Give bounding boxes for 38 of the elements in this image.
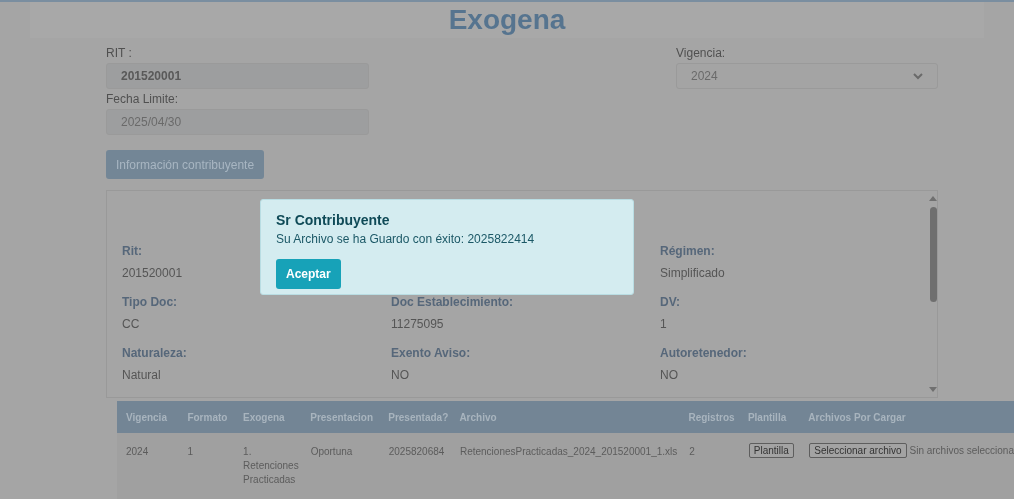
file-status: Sin archivos selecciona [909, 445, 1014, 456]
info-label: Tipo Doc: [122, 295, 178, 309]
accept-button[interactable]: Aceptar [276, 259, 341, 289]
field-label: Vigencia: [676, 46, 727, 60]
info-value: NO [660, 368, 678, 382]
info-value: NO [391, 368, 409, 382]
table-cell-text: 1 [187, 445, 195, 459]
info-label: Naturaleza: [122, 346, 187, 360]
info-value: CC [122, 317, 140, 331]
table-cell-text: 1. Retenciones Practicadas [243, 445, 300, 487]
dialog-title: Sr Contribuyente [276, 212, 390, 228]
table-cell-text: RetencionesPracticadas_2024_201520001_1.xls [459, 445, 679, 459]
scroll-up-icon[interactable] [929, 195, 937, 201]
info-label: DV: [660, 295, 680, 309]
info-label: Doc Establecimiento: [391, 295, 514, 309]
dialog-message: Su Archivo se ha Guardo con éxito: 2025822414 [276, 232, 535, 246]
info-label: Régimen: [660, 244, 715, 258]
info-label: Exento Aviso: [391, 346, 471, 360]
choose-file-button[interactable]: Seleccionar archivo [809, 443, 907, 458]
info-value: 1 [660, 317, 667, 331]
chevron-down-icon [913, 72, 923, 80]
field-label: RIT : [106, 46, 133, 60]
scroll-down-icon[interactable] [929, 387, 937, 393]
info-label: Autoretenedor: [660, 346, 747, 360]
field-label: Fecha Limite: [106, 92, 180, 106]
table-cell-text: 2024 [126, 445, 150, 459]
info-value: 201520001 [122, 266, 183, 280]
page-title: Exogena [448, 4, 566, 36]
info-value: 11275095 [391, 317, 444, 331]
table-cell-text: 2025820684 [388, 445, 446, 459]
table-cell-text: Oportuna [310, 445, 354, 459]
table-cell-text: 2 [689, 445, 696, 459]
rit-field[interactable]: 201520001 [106, 63, 369, 89]
info-value: Natural [122, 368, 161, 382]
template-button[interactable]: Plantilla [748, 443, 794, 458]
year-select[interactable]: 2024 [676, 63, 938, 89]
info-label: Rit: [122, 244, 142, 258]
info-value: Simplificado [660, 266, 725, 280]
